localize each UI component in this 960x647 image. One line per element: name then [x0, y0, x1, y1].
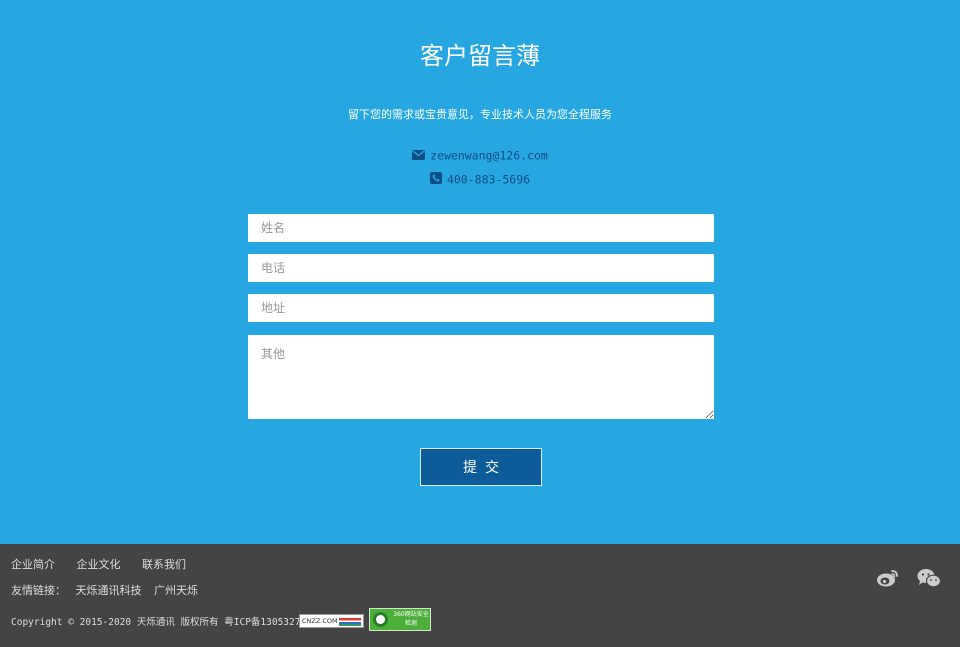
phone-text: 400-883-5696 [446, 172, 531, 187]
footer-nav-culture[interactable]: 企业文化 [77, 558, 121, 571]
page-subtitle: 留下您的需求或宝贵意见，专业技术人员为您全程服务 [348, 108, 612, 121]
email-text: zewenwang@126.com [430, 148, 548, 163]
magnifier-icon [373, 612, 388, 627]
security-badge-text: 360网站安全检测 [393, 611, 429, 627]
footer-nav-about[interactable]: 企业简介 [11, 558, 55, 571]
phone-input[interactable] [248, 254, 714, 282]
other-textarea[interactable] [248, 335, 714, 419]
submit-button[interactable]: 提交 [420, 448, 542, 486]
envelope-icon [412, 149, 426, 163]
security-badge[interactable]: 360网站安全检测 [369, 608, 431, 631]
footer-nav-contact[interactable]: 联系我们 [142, 558, 186, 571]
main-section: 客户留言薄 留下您的需求或宝贵意见，专业技术人员为您全程服务 zewenwang… [0, 0, 960, 544]
cnzz-badge[interactable]: CNZZ.COM [299, 614, 364, 628]
weibo-icon[interactable] [876, 568, 900, 591]
contact-email: zewenwang@126.com [0, 148, 960, 163]
friendly-links: 友情链接： 天烁通讯科技 广州天烁 [11, 582, 207, 598]
address-input[interactable] [248, 294, 714, 322]
copyright: Copyright © 2015-2020 天烁通讯 版权所有 粤ICP备130… [11, 617, 316, 628]
friendly-link-2[interactable]: 广州天烁 [154, 584, 198, 597]
cnzz-stripes [339, 618, 361, 626]
contact-phone: 400-883-5696 [0, 172, 960, 187]
footer-nav: 企业简介 企业文化 联系我们 [11, 556, 204, 572]
wechat-icon[interactable] [917, 568, 942, 591]
friendly-links-label: 友情链接： [11, 584, 66, 597]
name-input[interactable] [248, 214, 714, 242]
page-title: 客户留言薄 [420, 42, 540, 70]
friendly-link-1[interactable]: 天烁通讯科技 [76, 584, 142, 597]
cnzz-badge-text: CNZZ.COM [302, 617, 338, 625]
phone-icon [429, 172, 442, 187]
footer: 企业简介 企业文化 联系我们 友情链接： 天烁通讯科技 广州天烁 Copyrig… [0, 544, 960, 647]
